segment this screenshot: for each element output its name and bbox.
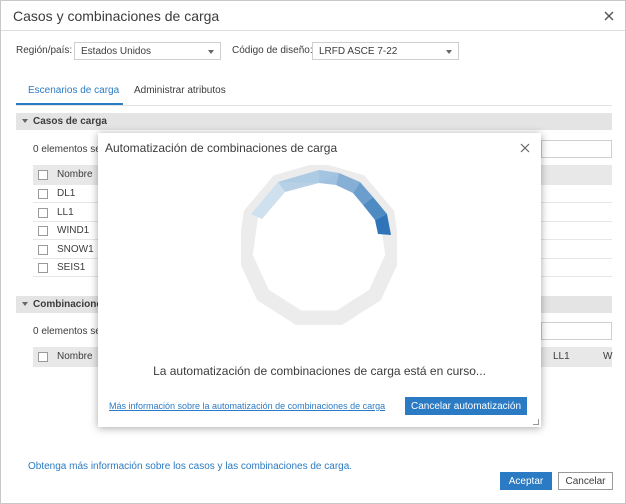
collapse-triangle-icon [22, 119, 28, 123]
row-name: WIND1 [57, 225, 90, 236]
collapse-triangle-icon [22, 302, 28, 306]
automation-info-link[interactable]: Más información sobre la automatización … [109, 401, 385, 411]
column-header-name[interactable]: Nombre [57, 169, 93, 180]
row-checkbox[interactable] [38, 208, 48, 218]
design-code-label: Código de diseño: [232, 45, 313, 56]
automation-progress-modal: Automatización de combinaciones de carga… [98, 133, 541, 427]
cancel-button[interactable]: Cancelar [558, 472, 613, 490]
design-code-select-value: LRFD ASCE 7-22 [319, 46, 398, 57]
region-select-value: Estados Unidos [81, 46, 152, 57]
load-cases-info-link[interactable]: Obtenga más información sobre los casos … [28, 461, 352, 472]
cancel-automation-button[interactable]: Cancelar automatización [405, 397, 527, 415]
resize-grip-icon[interactable] [533, 419, 539, 425]
tab-manage-attributes[interactable]: Administrar atributos [134, 85, 226, 96]
row-name: DL1 [57, 188, 76, 199]
row-checkbox[interactable] [38, 226, 48, 236]
tab-load-scenarios[interactable]: Escenarios de carga [28, 85, 119, 96]
loading-spinner-icon [237, 162, 401, 328]
combinations-section-title: Combinaciones [33, 299, 108, 310]
row-name: SEIS1 [57, 262, 86, 273]
dialog-title: Casos y combinaciones de carga [13, 8, 220, 24]
load-cases-search-input[interactable] [541, 140, 612, 158]
column-header-w[interactable]: W [603, 351, 612, 362]
load-cases-section-header[interactable]: Casos de carga [16, 113, 612, 130]
dialog-title-bar: Casos y combinaciones de carga [1, 1, 625, 31]
row-checkbox[interactable] [38, 263, 48, 273]
column-header-name[interactable]: Nombre [57, 351, 93, 362]
select-all-checkbox[interactable] [38, 170, 48, 180]
accept-button[interactable]: Aceptar [500, 472, 552, 490]
close-icon[interactable] [518, 141, 532, 155]
column-header-ll1[interactable]: LL1 [553, 351, 570, 362]
tab-divider [16, 105, 612, 106]
combinations-search-input[interactable] [541, 322, 612, 340]
chevron-down-icon [446, 50, 452, 54]
chevron-down-icon [208, 50, 214, 54]
modal-title: Automatización de combinaciones de carga [105, 141, 338, 155]
close-icon[interactable] [602, 9, 616, 23]
row-name: LL1 [57, 207, 74, 218]
design-code-select[interactable]: LRFD ASCE 7-22 [312, 42, 459, 60]
combinations-selection-count: 0 elementos sel [33, 326, 104, 337]
row-name: SNOW1 [57, 244, 94, 255]
load-cases-section-title: Casos de carga [33, 116, 107, 127]
row-checkbox[interactable] [38, 189, 48, 199]
region-select[interactable]: Estados Unidos [74, 42, 221, 60]
load-cases-selection-count: 0 elementos sel [33, 144, 104, 155]
region-label: Región/país: [16, 45, 73, 56]
row-checkbox[interactable] [38, 245, 48, 255]
select-all-checkbox[interactable] [38, 352, 48, 362]
progress-message: La automatización de combinaciones de ca… [153, 364, 486, 378]
